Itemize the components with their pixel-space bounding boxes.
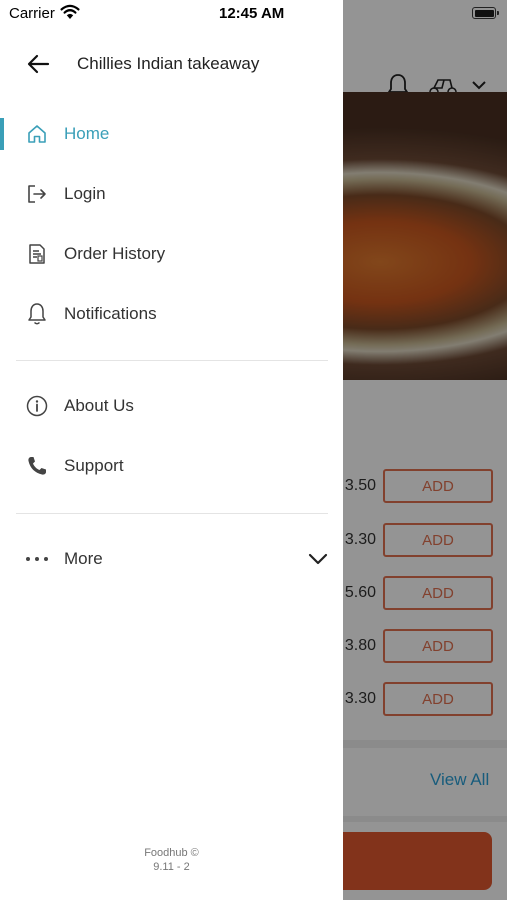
- back-arrow-icon[interactable]: [26, 51, 52, 77]
- receipt-icon: [25, 242, 49, 266]
- wifi-icon: [60, 4, 80, 19]
- footer-version: 9.11 - 2: [153, 861, 190, 873]
- nav-item-label: Notifications: [64, 304, 157, 323]
- chevron-down-icon[interactable]: [306, 549, 330, 569]
- nav-item-label: Home: [64, 124, 110, 143]
- drawer-divider: [16, 360, 328, 361]
- phone-icon: [25, 454, 49, 478]
- bell-icon: [25, 302, 49, 326]
- nav-item-label: Support: [64, 456, 124, 475]
- login-icon: [25, 182, 49, 206]
- home-icon: [25, 122, 49, 146]
- nav-item-about-us[interactable]: About Us: [0, 380, 343, 432]
- nav-item-support[interactable]: Support: [0, 440, 343, 492]
- status-carrier: Carrier: [9, 5, 55, 22]
- battery-cap: [497, 11, 499, 15]
- app-version-footer: Foodhub © 9.11 - 2: [0, 846, 343, 874]
- info-icon: [25, 394, 49, 418]
- status-time: 12:45 AM: [219, 5, 285, 22]
- footer-brand: Foodhub ©: [144, 847, 199, 859]
- nav-item-notifications[interactable]: Notifications: [0, 288, 343, 340]
- navigation-drawer: Carrier 12:45 AM Chillies Indian takeawa…: [0, 0, 343, 900]
- nav-item-label: Order History: [64, 244, 166, 263]
- nav-item-order-history[interactable]: Order History: [0, 228, 343, 280]
- nav-item-login[interactable]: Login: [0, 168, 343, 220]
- drawer-divider: [16, 513, 328, 514]
- nav-item-label: Login: [64, 184, 106, 203]
- battery-icon: [472, 7, 496, 19]
- drawer-title: Chillies Indian takeaway: [77, 54, 260, 73]
- nav-item-label: More: [64, 549, 103, 568]
- nav-item-label: About Us: [64, 396, 134, 415]
- nav-item-home[interactable]: Home: [0, 108, 343, 160]
- nav-item-more[interactable]: More: [0, 533, 343, 585]
- more-dots-icon: [25, 547, 49, 571]
